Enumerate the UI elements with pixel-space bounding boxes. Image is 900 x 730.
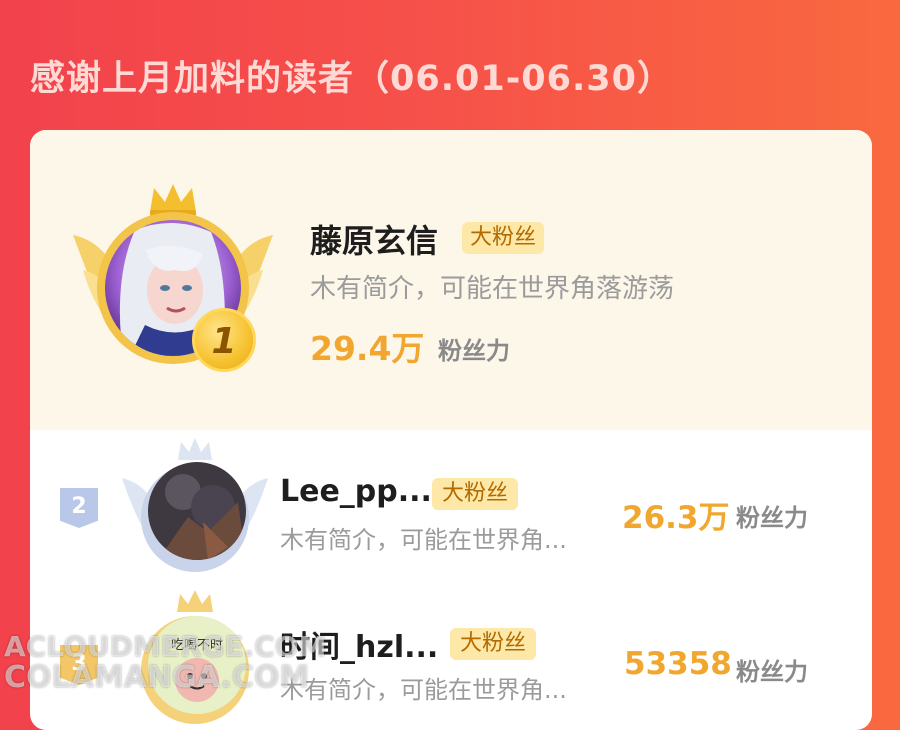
rank2-avatar[interactable]: [148, 462, 246, 560]
rank1-bio: 木有简介，可能在世界角落游荡: [310, 274, 675, 304]
rank1-medal-icon: 1: [192, 308, 256, 372]
rank2-fan-power: 26.3万: [622, 500, 730, 536]
rank1-fan-power-unit: 粉丝力: [438, 337, 510, 365]
rank1-name[interactable]: 藤原玄信: [310, 216, 438, 262]
watermark-line-1: ACLOUDMERGE.COM: [4, 630, 327, 663]
rank1-fan-badge: 大粉丝: [462, 222, 544, 254]
rank3-bio: 木有简介，可能在世界角...: [280, 676, 567, 704]
rank2-bio: 木有简介，可能在世界角...: [280, 526, 567, 554]
watermark-line-2: COLAMANGA.COM: [4, 660, 310, 695]
rank2-fan-badge: 大粉丝: [432, 478, 518, 510]
reader-row-2[interactable]: 2 Lee_pp... 大粉丝 木有简介，可能在世界角... 26.3万 粉丝力: [30, 430, 872, 590]
rank1-fan-power: 29.4万: [310, 329, 425, 368]
rank3-fan-power-unit: 粉丝力: [736, 658, 808, 686]
rank3-fan-badge: 大粉丝: [450, 628, 536, 660]
rank2-name[interactable]: Lee_pp...: [280, 474, 432, 509]
rank3-fan-power: 53358: [624, 646, 732, 682]
page-title: 感谢上月加料的读者（06.01-06.30）: [30, 59, 673, 99]
rank2-badge-icon: 2: [60, 488, 98, 528]
top-reader-card[interactable]: 1 藤原玄信 大粉丝 木有简介，可能在世界角落游荡 29.4万 粉丝力: [30, 130, 872, 430]
rank2-fan-power-unit: 粉丝力: [736, 504, 808, 532]
